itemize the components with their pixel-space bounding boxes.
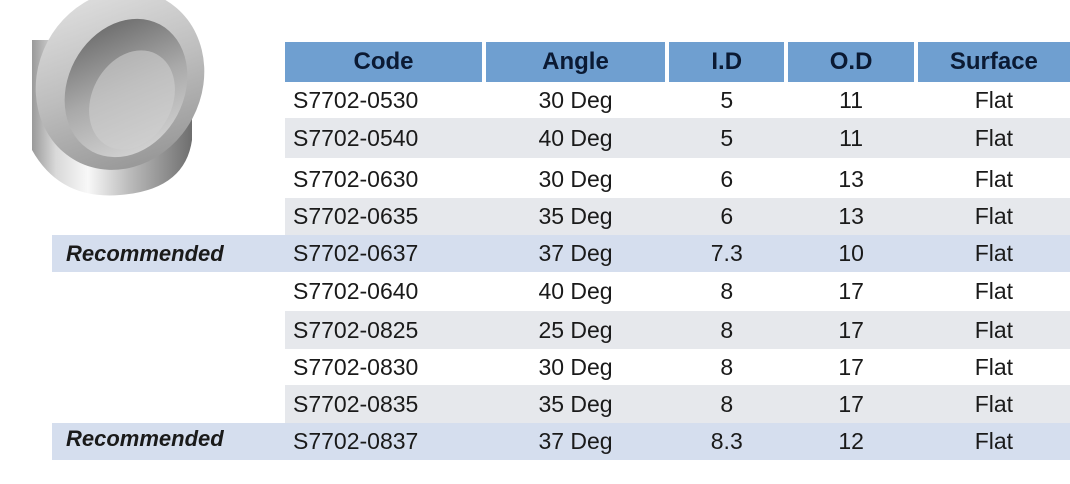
cell-id: 5 [720, 124, 734, 151]
cell-code: S7702-0530 [293, 86, 419, 113]
cell-od: 10 [838, 240, 864, 266]
table-row: S7702-0530 30 Deg 5 11 Flat [285, 82, 1070, 118]
table-row: S7702-0630 30 Deg 6 13 Flat [285, 160, 1070, 198]
cell-angle: 37 Deg [538, 428, 613, 454]
cell-id: 8.3 [710, 428, 743, 454]
table-row: S7702-0640 40 Deg 8 17 Flat [285, 272, 1070, 311]
cell-od: 17 [838, 390, 864, 417]
cell-id: 6 [720, 165, 734, 192]
cell-surface: Flat [974, 240, 1014, 266]
cell-code: S7702-0540 [293, 124, 419, 151]
cell-od: 17 [838, 353, 864, 380]
table-row: S7702-0837 37 Deg 8.3 12 Flat [285, 423, 1070, 460]
cell-id: 8 [720, 316, 734, 343]
header-id: I.D [669, 42, 785, 82]
table-row: S7702-0540 40 Deg 5 11 Flat [285, 118, 1070, 158]
cell-angle: 25 Deg [538, 316, 613, 343]
cell-angle: 35 Deg [538, 203, 613, 229]
beveled-washer-image [20, 0, 210, 205]
table-row: S7702-0637 37 Deg 7.3 10 Flat [285, 235, 1070, 272]
recommended-label: Recommended [66, 240, 224, 266]
cell-code: S7702-0825 [293, 316, 419, 343]
cell-angle: 40 Deg [538, 278, 613, 304]
cell-surface: Flat [974, 86, 1014, 113]
cell-surface: Flat [974, 203, 1014, 229]
cell-surface: Flat [974, 428, 1014, 454]
cell-angle: 30 Deg [538, 86, 613, 113]
cell-od: 13 [838, 203, 864, 229]
cell-code: S7702-0837 [293, 428, 419, 454]
cell-id: 5 [720, 86, 734, 113]
cell-code: S7702-0640 [293, 278, 419, 304]
table-row: S7702-0835 35 Deg 8 17 Flat [285, 385, 1070, 423]
cell-surface: Flat [974, 390, 1014, 417]
header-od: O.D [788, 42, 914, 82]
cell-code: S7702-0630 [293, 165, 419, 192]
cell-code: S7702-0635 [293, 203, 419, 229]
cell-od: 11 [839, 124, 864, 151]
cell-id: 7.3 [710, 240, 743, 266]
recommended-label: Recommended [66, 425, 224, 451]
cell-id: 8 [720, 353, 734, 380]
header-code: Code [285, 42, 482, 82]
table-header: Code Angle I.D O.D Surface [285, 42, 1070, 82]
cell-od: 11 [839, 86, 864, 113]
cell-code: S7702-0835 [293, 390, 419, 417]
cell-od: 13 [838, 165, 864, 192]
cell-code: S7702-0637 [293, 240, 419, 266]
cell-angle: 40 Deg [538, 124, 613, 151]
cell-od: 12 [838, 428, 864, 454]
table-row: S7702-0635 35 Deg 6 13 Flat [285, 198, 1070, 235]
cell-surface: Flat [974, 165, 1014, 192]
cell-od: 17 [838, 278, 864, 304]
table-row: S7702-0825 25 Deg 8 17 Flat [285, 311, 1070, 349]
cell-surface: Flat [974, 124, 1014, 151]
cell-surface: Flat [974, 278, 1014, 304]
product-table: Code Angle I.D O.D Surface [285, 42, 1070, 82]
cell-od: 17 [838, 316, 864, 343]
header-surface: Surface [917, 42, 1070, 82]
cell-angle: 30 Deg [538, 165, 613, 192]
cell-angle: 37 Deg [538, 240, 613, 266]
cell-id: 8 [720, 390, 734, 417]
cell-id: 6 [720, 203, 734, 229]
cell-surface: Flat [974, 353, 1014, 380]
cell-surface: Flat [974, 316, 1014, 343]
table-row: S7702-0830 30 Deg 8 17 Flat [285, 349, 1070, 385]
cell-code: S7702-0830 [293, 353, 419, 380]
cell-angle: 35 Deg [538, 390, 613, 417]
cell-angle: 30 Deg [538, 353, 613, 380]
header-angle: Angle [485, 42, 666, 82]
cell-id: 8 [720, 278, 734, 304]
